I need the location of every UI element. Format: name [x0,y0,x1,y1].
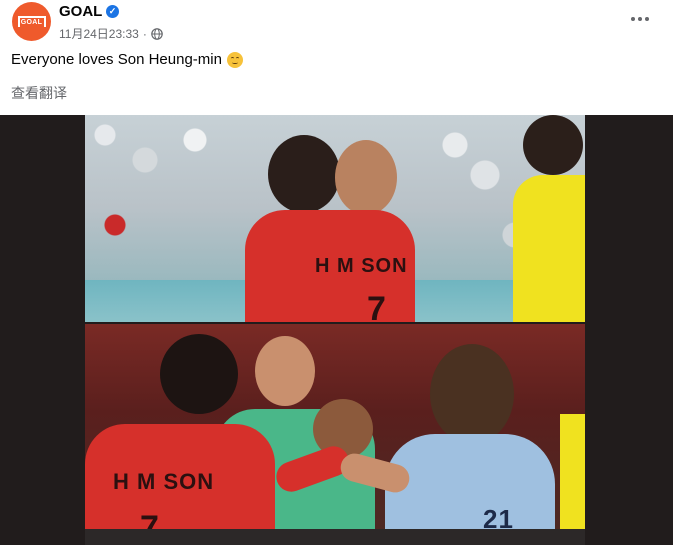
player-head [160,334,238,414]
post-meta: 11月24日23:33 · [59,25,163,42]
page-name-link[interactable]: GOAL [59,3,102,20]
post-header: GOAL GOAL ✓ 11月24日23:33 · Everyone loves… [0,0,673,115]
verified-badge-icon: ✓ [106,5,119,18]
referee-shirt [560,414,585,545]
player-head [268,135,340,213]
post-photo-top[interactable]: H M SON 7 [85,115,585,322]
more-options-icon-dot [638,17,642,21]
more-options-icon-dot [631,17,635,21]
post-photo-third-preview[interactable] [85,529,585,545]
post-text: Everyone loves Son Heung-min [11,51,243,68]
globe-icon[interactable] [151,27,163,40]
post-media: H M SON 7 21 H M SON 7 [0,115,673,545]
player-head [335,140,397,215]
referee-head [523,115,583,175]
more-options-button[interactable] [629,8,651,30]
meta-separator: · [142,26,147,41]
jersey-name: H M SON [315,255,408,277]
jersey-number: 7 [367,290,387,322]
page-avatar[interactable]: GOAL [12,2,51,41]
goal-logo: GOAL [17,16,46,27]
more-options-icon-dot [645,17,649,21]
post-timestamp[interactable]: 11月24日23:33 [59,25,139,42]
post-photo-bottom[interactable]: 21 H M SON 7 [85,324,585,545]
see-translation-link[interactable]: 查看翻译 [11,83,67,103]
keeper-head [255,336,315,406]
smiling-face-icon [226,51,243,68]
jersey-name: H M SON [113,469,215,494]
referee-shirt [513,175,585,322]
player-head [430,344,514,444]
post-message: Everyone loves Son Heung-min [11,51,222,68]
